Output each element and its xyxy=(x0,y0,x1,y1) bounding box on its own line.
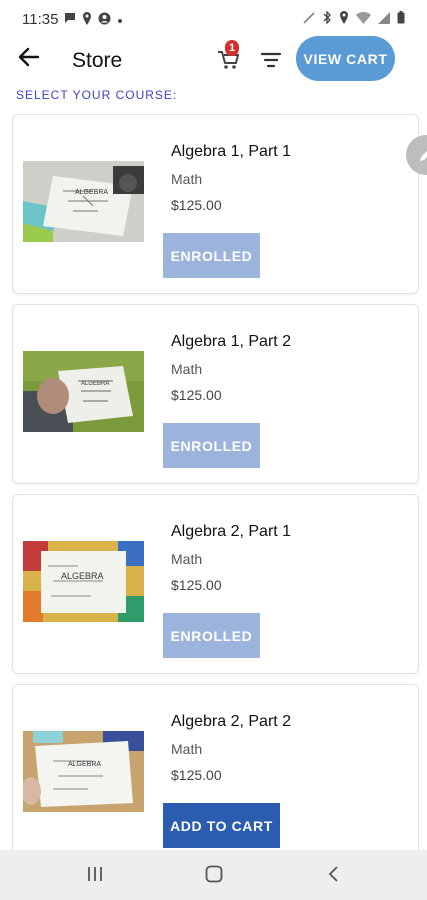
course-subject: Math xyxy=(171,741,203,757)
course-price: $125.00 xyxy=(171,577,222,593)
bluetooth-icon xyxy=(322,10,332,27)
mute-icon xyxy=(303,11,315,27)
course-price: $125.00 xyxy=(171,767,222,783)
course-card[interactable]: ALGEBRA Algebra 1, Part 1 Math $125.00 E… xyxy=(12,114,427,294)
course-card[interactable]: ALGEBRA Algebra 2, Part 1 Math $125.00 E… xyxy=(12,494,419,674)
account-icon xyxy=(98,12,111,28)
course-list[interactable]: SELECT YOUR COURSE: ALGEBRA Algebra 1, P… xyxy=(0,84,427,850)
location-icon xyxy=(339,11,349,27)
enrolled-button[interactable]: ENROLLED xyxy=(163,233,260,278)
course-name: Algebra 2, Part 2 xyxy=(171,713,292,730)
message-icon xyxy=(64,12,76,27)
course-thumbnail: ALGEBRA xyxy=(23,161,144,242)
status-time: 11:35 xyxy=(22,11,59,28)
recent-apps-icon[interactable] xyxy=(86,864,104,889)
status-bar: 11:35 xyxy=(0,0,427,38)
course-name: Algebra 2, Part 1 xyxy=(171,523,292,540)
filter-icon[interactable] xyxy=(260,52,282,68)
course-name: Algebra 1, Part 1 xyxy=(171,143,292,160)
home-icon[interactable] xyxy=(204,864,224,889)
dot-icon xyxy=(117,13,123,27)
course-card[interactable]: ALGEBRA Algebra 1, Part 2 Math $125.00 E… xyxy=(12,304,419,484)
app-bar: Store 1 VIEW CART xyxy=(0,36,427,84)
battery-icon xyxy=(397,11,405,27)
svg-text:ALGEBRA: ALGEBRA xyxy=(68,761,101,768)
course-subject: Math xyxy=(171,361,203,377)
svg-text:ALGEBRA: ALGEBRA xyxy=(75,189,108,196)
view-cart-button[interactable]: VIEW CART xyxy=(296,36,395,81)
back-icon[interactable] xyxy=(326,864,340,889)
page-title: Store xyxy=(72,49,123,72)
course-price: $125.00 xyxy=(171,387,222,403)
course-thumbnail: ALGEBRA xyxy=(23,351,144,432)
system-nav-bar xyxy=(0,850,427,900)
cart-count-badge: 1 xyxy=(225,40,239,56)
course-price: $125.00 xyxy=(171,197,222,213)
course-name: Algebra 1, Part 2 xyxy=(171,333,292,350)
enrolled-button[interactable]: ENROLLED xyxy=(163,613,260,658)
svg-text:ALGEBRA: ALGEBRA xyxy=(61,571,104,581)
add-to-cart-button[interactable]: ADD TO CART xyxy=(163,803,280,848)
course-subject: Math xyxy=(171,551,203,567)
course-subject: Math xyxy=(171,171,203,187)
enrolled-button[interactable]: ENROLLED xyxy=(163,423,260,468)
wifi-icon xyxy=(356,11,371,27)
status-left: 11:35 xyxy=(22,11,123,28)
back-arrow-icon[interactable] xyxy=(18,46,40,72)
course-card[interactable]: ALGEBRA Algebra 2, Part 2 Math $125.00 A… xyxy=(12,684,419,850)
status-right xyxy=(303,10,405,27)
signal-icon xyxy=(378,11,390,27)
select-course-label: SELECT YOUR COURSE: xyxy=(16,88,178,102)
svg-text:ALGEBRA: ALGEBRA xyxy=(81,381,109,387)
course-thumbnail: ALGEBRA xyxy=(23,541,144,622)
edit-icon[interactable] xyxy=(406,135,427,175)
location-icon xyxy=(82,11,92,28)
course-thumbnail: ALGEBRA xyxy=(23,731,144,812)
